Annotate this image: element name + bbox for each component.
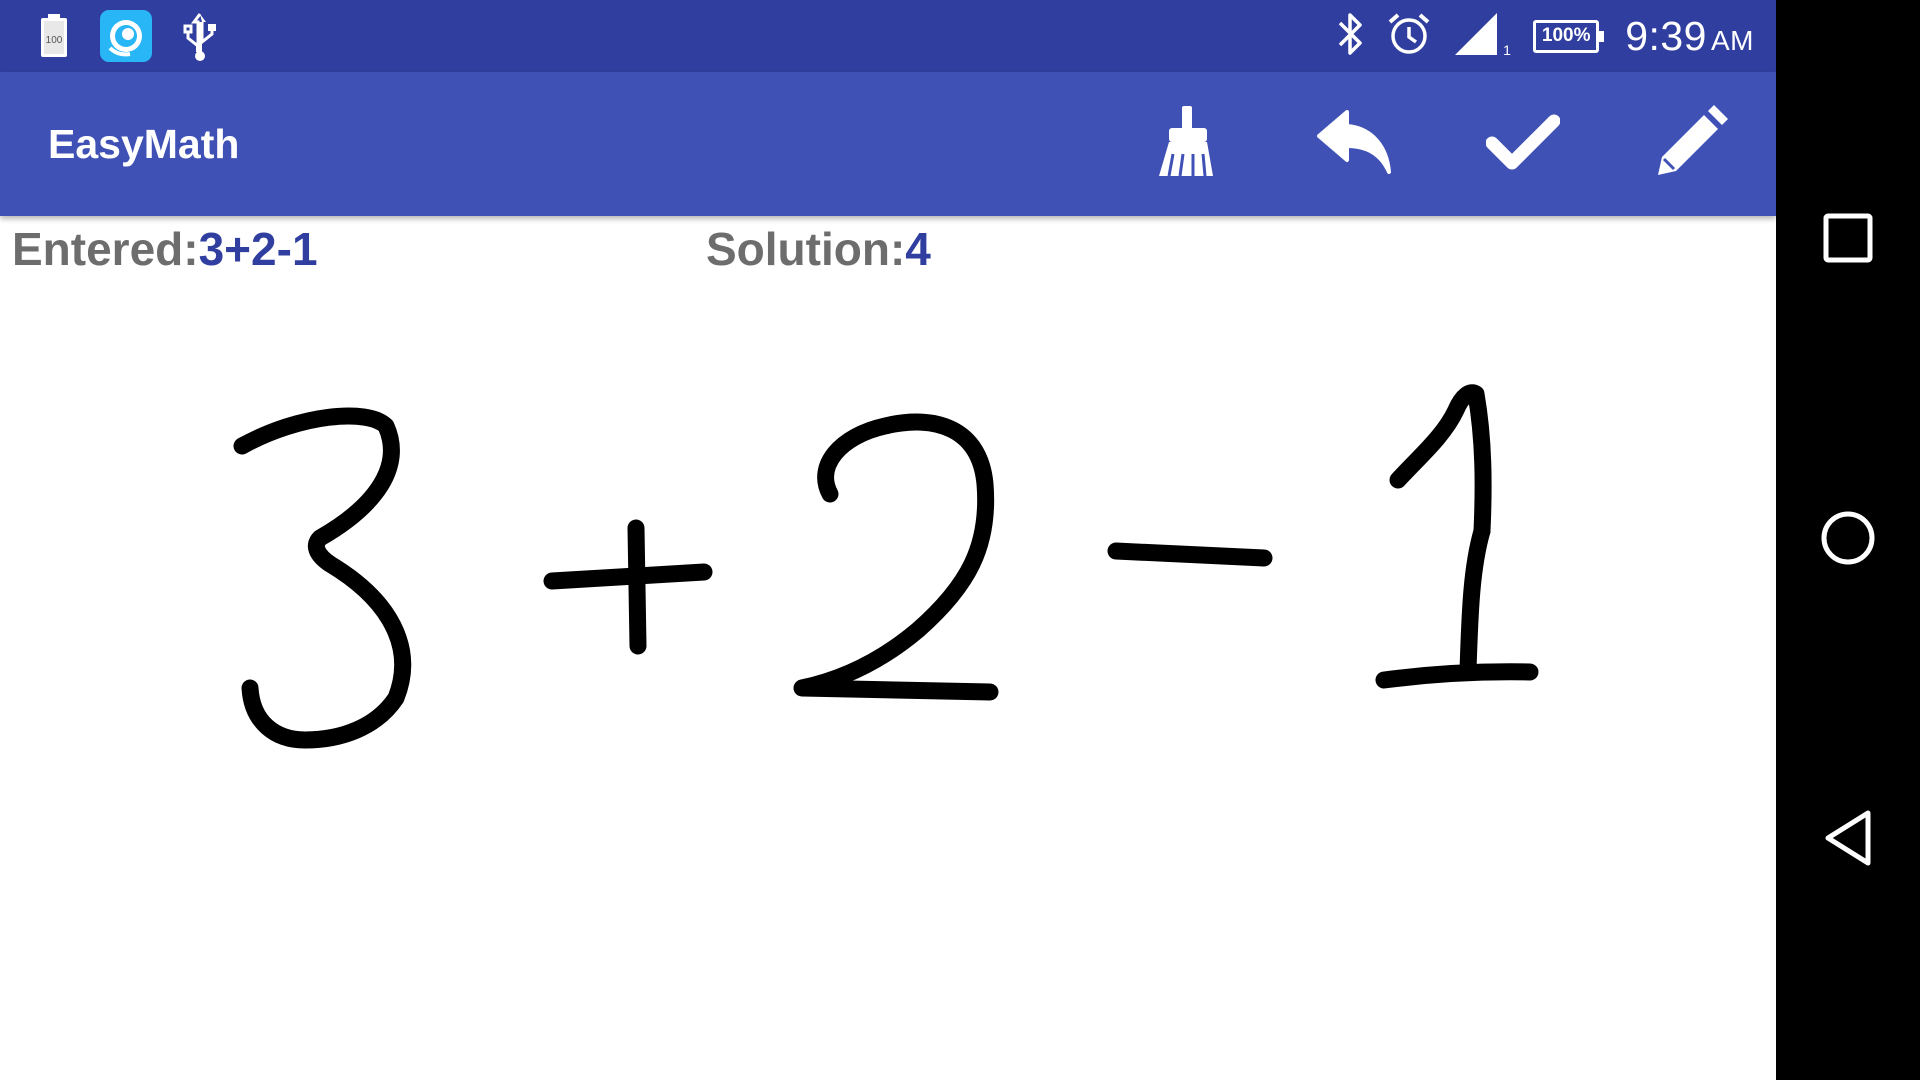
stroke-plus-horizontal xyxy=(543,563,713,590)
entered-label: Entered: xyxy=(12,223,199,275)
entered-display: Entered:3+2-1 xyxy=(12,222,318,276)
solution-display: Solution:4 xyxy=(706,222,931,276)
stroke-digit-1-upper xyxy=(1389,384,1492,540)
bluetooth-icon xyxy=(1335,11,1365,62)
back-icon xyxy=(1822,809,1874,872)
stroke-digit-1-lower xyxy=(1459,522,1491,680)
status-clock: 9:39 AM xyxy=(1625,13,1754,60)
stroke-digit-3 xyxy=(233,407,412,749)
status-right-group: 1 100% 9:39 AM xyxy=(1335,0,1754,72)
battery-notification-label: 100 xyxy=(46,35,63,46)
check-button[interactable] xyxy=(1481,108,1565,180)
navigation-bar xyxy=(1776,0,1920,1080)
status-bar: 100 1 100% 9:39 AM xyxy=(0,0,1776,72)
drawing-canvas[interactable] xyxy=(0,216,1776,1080)
entered-value: 3+2-1 xyxy=(198,223,318,275)
pencil-icon xyxy=(1654,104,1728,184)
signal-icon: 1 xyxy=(1453,11,1511,62)
home-icon xyxy=(1819,509,1877,572)
clear-button[interactable] xyxy=(1146,105,1230,183)
back-button[interactable] xyxy=(1812,804,1884,876)
battery-indicator: 100% xyxy=(1533,19,1605,53)
usb-icon xyxy=(180,12,220,67)
screen: 100 1 100% 9:39 AM EasyMath Entered:3+2-… xyxy=(0,0,1920,1080)
app-title: EasyMath xyxy=(48,121,240,167)
status-ampm: AM xyxy=(1711,24,1754,56)
stroke-plus-vertical xyxy=(627,519,647,655)
battery-notification-icon: 100 xyxy=(40,14,68,63)
stroke-digit-2 xyxy=(793,413,999,701)
undo-button[interactable] xyxy=(1313,108,1397,180)
alarm-icon xyxy=(1387,11,1431,62)
recents-button[interactable] xyxy=(1812,204,1884,276)
home-button[interactable] xyxy=(1812,504,1884,576)
stroke-digit-1-base xyxy=(1375,663,1539,689)
broom-icon xyxy=(1155,105,1221,183)
draw-button[interactable] xyxy=(1649,104,1733,180)
status-time: 9:39 xyxy=(1625,12,1707,59)
signal-sub-label: 1 xyxy=(1503,42,1511,57)
app-bar: EasyMath xyxy=(0,72,1776,216)
stroke-minus xyxy=(1107,542,1273,567)
solution-value: 4 xyxy=(905,223,931,275)
recents-icon xyxy=(1822,212,1874,269)
solution-label: Solution: xyxy=(706,223,906,275)
undo-icon xyxy=(1317,109,1393,179)
app-notification-icon xyxy=(100,10,152,67)
check-icon xyxy=(1485,113,1561,176)
